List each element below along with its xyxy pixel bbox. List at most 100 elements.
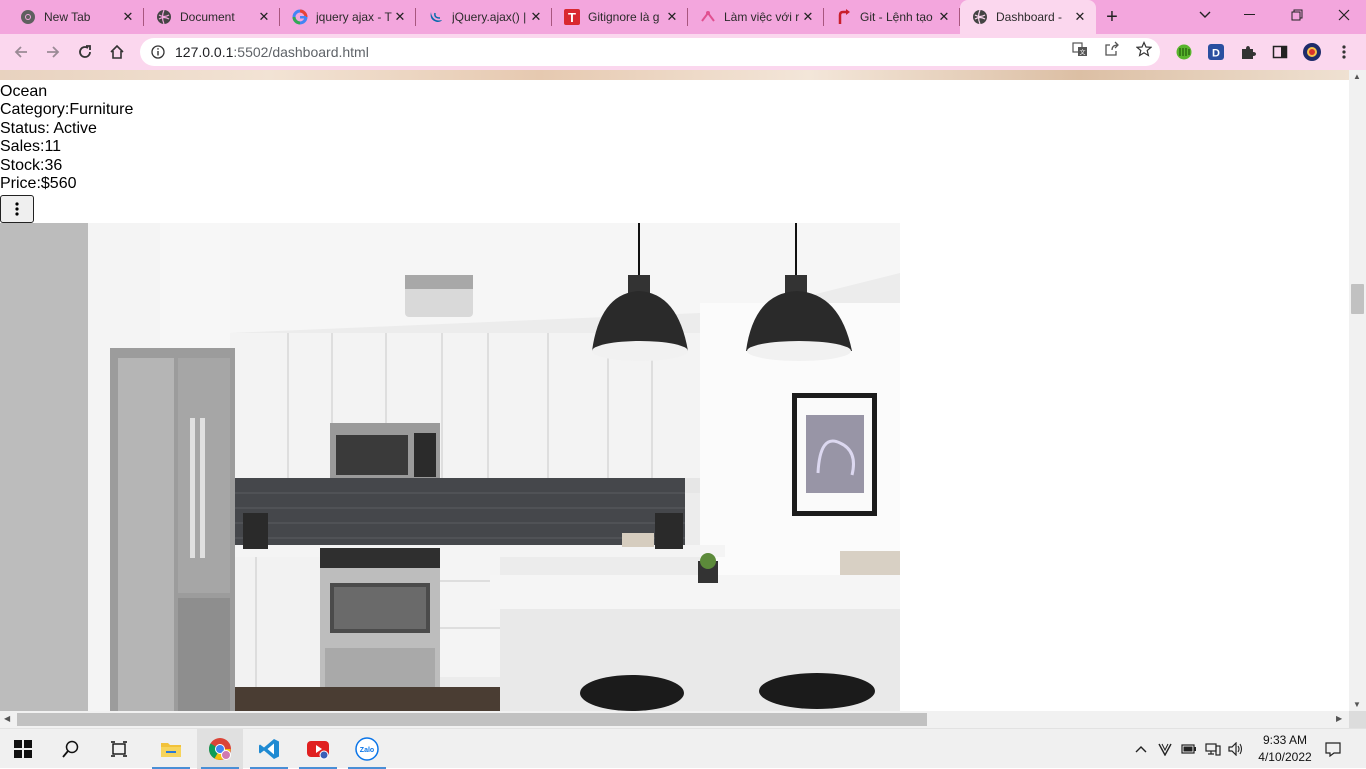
translate-icon[interactable]: 文 (1071, 40, 1089, 58)
task-view-button[interactable] (96, 729, 142, 769)
volume-icon[interactable] (1228, 741, 1244, 757)
vertical-scroll-thumb[interactable] (1351, 284, 1364, 314)
svg-text:文: 文 (1079, 49, 1085, 57)
status-label: Status: (0, 119, 54, 137)
side-panel-icon[interactable] (1271, 43, 1289, 61)
tab-lam-viec-voi[interactable]: Làm việc với r ✕ (688, 0, 824, 34)
tab-title: Làm việc với r (724, 10, 800, 24)
tab-dashboard[interactable]: Dashboard - ✕ (960, 0, 1096, 34)
chrome-menu-icon[interactable] (1335, 43, 1353, 61)
network-icon[interactable] (1205, 741, 1221, 757)
tab-title: New Tab (44, 10, 91, 24)
category-label: Category: (0, 101, 70, 119)
address-bar[interactable]: 127.0.0.1:5502/dashboard.html (140, 38, 1160, 66)
search-button[interactable] (48, 729, 94, 769)
tab-git-lenh-tao[interactable]: Git - Lệnh tạo ✕ (824, 0, 960, 34)
vietkey-icon[interactable] (1157, 741, 1173, 757)
close-icon[interactable]: ✕ (664, 9, 680, 25)
minimize-button[interactable] (1230, 0, 1270, 30)
t-logo-icon: T (564, 9, 580, 25)
share-icon[interactable] (1103, 40, 1121, 58)
back-button[interactable] (6, 37, 36, 67)
system-clock[interactable]: 9:33 AM 4/10/2022 (1245, 732, 1325, 766)
close-icon[interactable]: ✕ (528, 9, 544, 25)
horizontal-scrollbar[interactable]: ◀ ▶ (0, 711, 1349, 728)
svg-text:T: T (568, 10, 576, 25)
vertical-scrollbar[interactable]: ▲ ▼ (1349, 70, 1366, 711)
tab-document[interactable]: Document ✕ (144, 0, 280, 34)
tab-new-tab[interactable]: New Tab ✕ (8, 0, 144, 34)
kebab-icon (15, 202, 19, 216)
tab-title: Gitignore là g (588, 10, 660, 24)
pink-arrow-icon (700, 9, 716, 25)
category-value: Furniture (69, 101, 134, 119)
scroll-right-icon[interactable]: ▶ (1336, 714, 1342, 723)
profile-avatar-icon[interactable] (1303, 43, 1321, 61)
product-menu-button[interactable] (0, 195, 34, 223)
d-extension-icon[interactable]: D (1207, 43, 1225, 61)
puzzle-icon[interactable] (1239, 43, 1257, 61)
product-sales: Sales:11 (0, 138, 133, 156)
chevron-up-icon[interactable] (1133, 741, 1149, 757)
tab-jquery-ajax-search[interactable]: jquery ajax - T ✕ (280, 0, 416, 34)
home-button[interactable] (102, 37, 132, 67)
price-value: $560 (40, 175, 77, 193)
windows-taskbar: Zalo 9:33 AM 4/10/2022 (0, 728, 1366, 769)
taskbar-chrome[interactable] (197, 729, 243, 769)
svg-text:D: D (1212, 48, 1220, 60)
chrome-icon (209, 738, 231, 760)
task-view-icon (111, 741, 127, 757)
tab-gitignore[interactable]: T Gitignore là g ✕ (552, 0, 688, 34)
product-name: Ocean (0, 83, 48, 100)
forward-button[interactable] (38, 37, 68, 67)
windows-logo-icon (14, 740, 32, 758)
stock-label: Stock: (0, 156, 45, 174)
scroll-left-icon[interactable]: ◀ (4, 714, 10, 723)
notification-icon[interactable] (1325, 741, 1341, 757)
info-icon[interactable] (150, 44, 166, 60)
product-price: Price:$560 (0, 175, 133, 193)
status-value: Active (53, 119, 97, 137)
sales-value: 11 (44, 138, 62, 156)
bookmark-star-icon[interactable] (1135, 40, 1153, 58)
new-tab-button[interactable]: + (1096, 0, 1128, 34)
previous-product-image (0, 70, 1349, 80)
url-path: :5502/dashboard.html (233, 44, 369, 60)
battery-icon[interactable] (1181, 741, 1197, 757)
product-status: Status: Active (0, 120, 133, 138)
taskbar-zalo[interactable]: Zalo (344, 729, 390, 769)
horizontal-scroll-thumb[interactable] (17, 713, 927, 726)
close-icon[interactable]: ✕ (800, 9, 816, 25)
product-card: Ocean Category:Furniture Status: Active … (0, 83, 133, 193)
close-icon[interactable]: ✕ (936, 9, 952, 25)
taskbar-vscode[interactable] (246, 729, 292, 769)
vscode-icon (259, 739, 279, 759)
tab-jquery-ajax-docs[interactable]: jQuery.ajax() | ✕ (416, 0, 552, 34)
extension-grid-icon[interactable] (1175, 43, 1193, 61)
close-icon[interactable]: ✕ (392, 9, 408, 25)
tab-title: Dashboard - (996, 10, 1063, 24)
reload-button[interactable] (70, 37, 100, 67)
restore-button[interactable] (1276, 0, 1318, 30)
product-category: Category:Furniture (0, 101, 133, 119)
url-text: 127.0.0.1:5502/dashboard.html (175, 44, 369, 60)
scroll-down-icon[interactable]: ▼ (1353, 700, 1361, 709)
page-viewport: Ocean Category:Furniture Status: Active … (0, 70, 1349, 711)
browser-toolbar: 127.0.0.1:5502/dashboard.html 文 D (0, 34, 1366, 70)
taskbar-file-explorer[interactable] (148, 729, 194, 769)
close-window-button[interactable] (1322, 0, 1366, 30)
tab-title: Git - Lệnh tạo (860, 10, 933, 24)
product-image (0, 223, 900, 711)
stock-value: 36 (44, 156, 63, 174)
close-icon[interactable]: ✕ (256, 9, 272, 25)
close-icon[interactable]: ✕ (120, 9, 136, 25)
start-button[interactable] (0, 729, 46, 769)
taskbar-youtube-app[interactable] (295, 729, 341, 769)
red-arrow-icon (836, 9, 852, 25)
tab-search-icon[interactable] (1190, 0, 1220, 30)
jquery-icon (428, 9, 444, 25)
scroll-up-icon[interactable]: ▲ (1353, 72, 1361, 81)
clock-date: 4/10/2022 (1258, 750, 1312, 764)
url-host: 127.0.0.1 (175, 44, 234, 60)
close-icon[interactable]: ✕ (1072, 9, 1088, 25)
